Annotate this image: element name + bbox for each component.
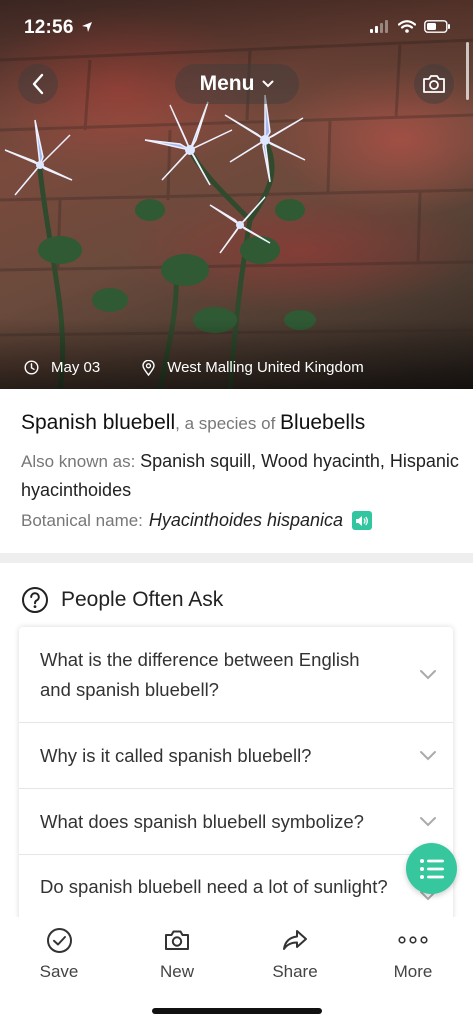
signal-icon [370,20,388,33]
botanical-name-row: Botanical name: Hyacinthoides hispanica [21,510,461,531]
plant-common-name: Spanish bluebell [21,411,176,434]
faq-title: People Often Ask [61,588,224,611]
aka-label: Also known as: [21,452,141,471]
faq-question: Why is it called spanish bluebell? [40,744,312,766]
faq-question: What is the difference between English a… [40,648,360,700]
faq-question: Do spanish bluebell need a lot of sunlig… [40,876,388,897]
chevron-down-icon [420,750,436,760]
pronunciation-button[interactable] [352,511,373,530]
menu-label: Menu [199,72,255,95]
status-bar: 12:56 [0,0,473,56]
tab-share-label: Share [272,962,318,981]
contents-fab-button[interactable] [406,843,457,894]
tab-new-label: New [159,962,194,981]
scroll-indicator [466,42,469,100]
plant-title: Spanish bluebell, a species of Bluebells [21,408,461,439]
plant-info: Spanish bluebell, a species of Bluebells… [21,408,461,531]
speaker-icon [356,515,368,526]
menu-dropdown-button[interactable]: Menu [175,64,299,104]
list-icon [419,858,444,879]
more-dots-icon [398,936,428,944]
clock-icon [24,360,39,375]
tab-new[interactable]: New [132,925,222,982]
camera-icon [423,75,445,93]
home-indicator [152,1008,322,1014]
tab-more[interactable]: More [368,925,458,982]
share-icon [283,930,307,950]
check-circle-icon [46,927,72,953]
photo-date: May 03 [24,359,100,376]
faq-item[interactable]: What does spanish bluebell symbolize? [19,789,453,855]
battery-icon [424,20,450,33]
location-pin-icon [142,359,155,376]
botanical-name: Hyacinthoides hispanica [148,510,344,530]
camera-button[interactable] [414,64,454,104]
faq-header: People Often Ask [21,586,223,614]
faq-list: What is the difference between English a… [19,627,453,927]
faq-item[interactable]: Why is it called spanish bluebell? [19,723,453,789]
chevron-down-icon [262,80,274,88]
plant-genus-link[interactable]: Bluebells [280,411,365,434]
tab-save[interactable]: Save [14,925,104,982]
faq-question: What does spanish bluebell symbolize? [40,810,364,832]
section-divider [0,553,473,563]
chevron-down-icon [420,669,436,679]
bottom-shade [0,319,473,389]
also-known-as: Also known as: Spanish squill, Wood hyac… [21,447,461,504]
photo-metadata: May 03 West Malling United Kingdom [24,359,364,376]
botanical-label: Botanical name: [21,510,143,530]
tab-save-label: Save [39,962,79,981]
status-icons [370,20,451,33]
question-circle-icon [22,587,48,613]
species-of-text: , a species of [175,414,281,433]
camera-icon [165,930,189,950]
faq-item[interactable]: What is the difference between English a… [19,627,453,723]
plant-photo: 12:56 Menu May 03 West Malling United Ki… [0,0,473,389]
tab-more-label: More [393,962,433,981]
status-time: 12:56 [24,17,93,39]
wifi-icon [398,20,416,33]
back-arrow-icon [32,73,44,95]
tab-share[interactable]: Share [250,925,340,982]
chevron-down-icon [420,816,436,826]
photo-location: West Malling United Kingdom [142,359,364,376]
back-button[interactable] [18,64,58,104]
location-arrow-icon [82,22,93,32]
